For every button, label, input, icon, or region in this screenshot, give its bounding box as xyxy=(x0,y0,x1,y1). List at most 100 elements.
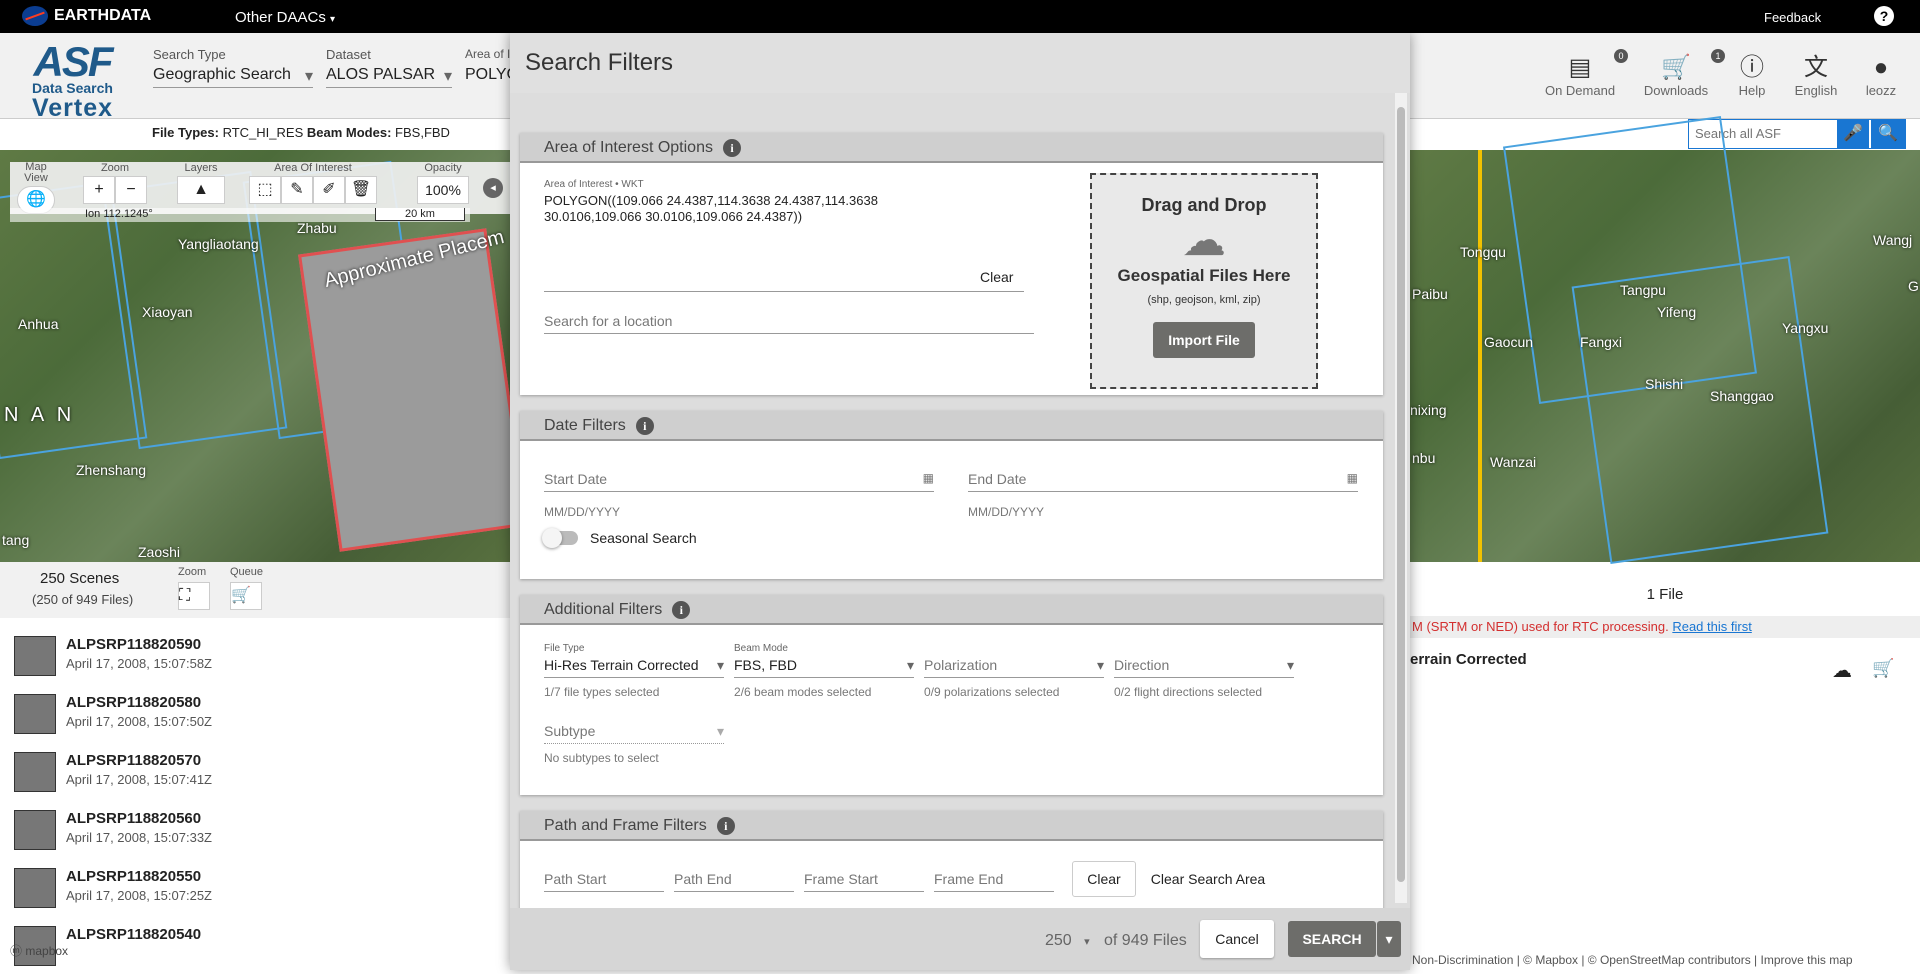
info-icon[interactable]: i xyxy=(672,601,691,619)
map-toolbar: Map View 🌐 Zoom + − Layers ▲ Area Of Interes… xyxy=(10,162,510,214)
path-end-input[interactable]: Path End xyxy=(674,871,794,892)
scene-name: ALPSRP118820540 xyxy=(66,926,202,943)
drag-drop-zone[interactable]: Drag and Drop ☁ Geospatial Files Here (s… xyxy=(1090,173,1318,389)
file-type-select[interactable]: Hi-Res Terrain Corrected ▾ xyxy=(544,657,724,678)
layers-group: Layers ▲ xyxy=(175,162,227,204)
map-place-label: nbu xyxy=(1412,450,1436,466)
list-item[interactable]: ALPSRP118820540 xyxy=(14,924,494,974)
direction-select[interactable]: Direction ▾ xyxy=(1114,657,1294,678)
path-frame-card: Path and Frame Filters i Path Start Path … xyxy=(520,811,1383,908)
file-type-label: File Type xyxy=(544,643,585,654)
clear-aoi-button[interactable]: Clear xyxy=(980,269,1013,285)
clear-search-area-button[interactable]: Clear Search Area xyxy=(1148,861,1268,897)
search-type-select[interactable]: Search Type Geographic Search xyxy=(153,47,313,88)
zoom-to-results-icon[interactable]: ⛶ xyxy=(178,582,210,610)
polarization-value: Polarization xyxy=(924,657,998,673)
scene-name: ALPSRP118820580 xyxy=(66,694,202,711)
earthdata-brand[interactable]: EARTHDATA xyxy=(22,6,151,26)
list-item[interactable]: ALPSRP118820560 April 17, 2008, 15:07:33Z xyxy=(14,808,494,858)
map-attribution: Non-Discrimination | © Mapbox | © OpenSt… xyxy=(1410,950,1920,970)
search-options-caret-icon[interactable]: ▾ xyxy=(1377,921,1401,957)
language-button[interactable]: 文 English xyxy=(1788,53,1844,98)
scene-date: April 17, 2008, 15:07:50Z xyxy=(66,714,212,729)
file-type-value: Hi-Res Terrain Corrected xyxy=(544,657,699,673)
list-item[interactable]: ALPSRP118820580 April 17, 2008, 15:07:50Z xyxy=(14,692,494,742)
delete-icon[interactable]: 🗑 xyxy=(345,176,377,204)
read-this-first-link[interactable]: Read this first xyxy=(1672,619,1751,634)
microphone-icon[interactable]: 🎤 xyxy=(1837,120,1869,148)
add-to-queue-icon[interactable]: 🛒 xyxy=(1872,658,1894,679)
beam-mode-select[interactable]: FBS, FBD ▾ xyxy=(734,657,914,678)
map-place-label: Shanggao xyxy=(1710,388,1774,404)
aoi-label: Area of I xyxy=(465,47,510,61)
map-place-label: tang xyxy=(2,532,30,548)
scene-date: April 17, 2008, 15:07:25Z xyxy=(66,888,212,903)
list-item[interactable]: ALPSRP118820570 April 17, 2008, 15:07:41Z xyxy=(14,750,494,800)
edit-polygon-icon[interactable]: ✐ xyxy=(313,176,345,204)
draw-box-icon[interactable]: ⬚ xyxy=(249,176,281,204)
help-icon[interactable]: ? xyxy=(1874,6,1894,26)
files-count-header: 1 File xyxy=(1646,586,1684,603)
toggle-knob xyxy=(542,528,562,548)
feedback-link[interactable]: Feedback xyxy=(1764,10,1821,25)
scene-date: April 17, 2008, 15:07:33Z xyxy=(66,830,212,845)
clear-path-button[interactable]: Clear xyxy=(1072,861,1136,897)
scrollbar-thumb[interactable] xyxy=(1397,107,1405,882)
start-date-hint: MM/DD/YYYY xyxy=(544,505,621,519)
subtype-select[interactable]: Subtype ▾ xyxy=(544,723,724,744)
frame-end-input[interactable]: Frame End xyxy=(934,871,1054,892)
path-start-input[interactable]: Path Start xyxy=(544,871,664,892)
zoom-out-icon[interactable]: − xyxy=(115,176,147,204)
cloud-upload-icon: ☁ xyxy=(1182,216,1226,265)
wkt-underline xyxy=(544,291,1024,292)
layers-icon[interactable]: ▲ xyxy=(177,176,225,204)
direction-value: Direction xyxy=(1114,657,1170,673)
zoom-in-icon[interactable]: + xyxy=(83,176,115,204)
wkt-textarea[interactable]: POLYGON((109.066 24.4387,114.3638 24.438… xyxy=(544,193,934,225)
other-daacs-dropdown[interactable]: Other DAACs ▾ xyxy=(235,9,335,26)
edit-pencil-icon[interactable]: ✎ xyxy=(281,176,313,204)
info-icon[interactable]: i xyxy=(722,139,741,157)
downloads-button[interactable]: 🛒 1 Downloads xyxy=(1633,49,1725,98)
list-item[interactable]: ALPSRP118820550 April 17, 2008, 15:07:25Z xyxy=(14,866,494,916)
account-label: leozz xyxy=(1865,83,1897,98)
search-button[interactable]: SEARCH xyxy=(1288,921,1376,957)
max-results-select[interactable]: 250 ▾ xyxy=(1045,932,1090,950)
map-place-label: Anhua xyxy=(18,316,59,332)
download-cloud-icon[interactable]: ☁ xyxy=(1832,658,1852,683)
add-all-to-queue-icon[interactable]: 🛒 xyxy=(230,582,262,610)
map-place-label: Yifeng xyxy=(1657,304,1697,320)
date-card-title: Date Filters xyxy=(544,417,626,434)
frame-start-input[interactable]: Frame Start xyxy=(804,871,924,892)
aoi-field[interactable]: Area of I POLYG xyxy=(465,47,510,84)
vertex-logo[interactable]: ASF Data Search Vertex xyxy=(20,41,125,122)
search-location-input[interactable]: Search for a location xyxy=(544,313,1034,334)
opacity-value[interactable]: 100% xyxy=(417,176,469,204)
calendar-icon[interactable]: ▦ xyxy=(923,471,934,485)
collapse-arrow-icon[interactable]: ◂ xyxy=(483,178,503,198)
cancel-button[interactable]: Cancel xyxy=(1200,920,1274,958)
import-file-button[interactable]: Import File xyxy=(1153,322,1255,358)
of-files-label: of 949 Files xyxy=(1104,932,1187,949)
calendar-icon[interactable]: ▦ xyxy=(1347,471,1358,485)
info-icon[interactable]: i xyxy=(716,817,735,835)
queue-label: Queue xyxy=(230,566,264,578)
drag-types: (shp, geojson, kml, zip) xyxy=(1147,294,1261,306)
dataset-value: ALOS PALSAR xyxy=(326,66,452,88)
map-right[interactable]: Tongqu Wangj Paibu Tangpu G Yifeng Yangx… xyxy=(1410,115,1920,564)
info-icon[interactable]: i xyxy=(635,417,654,435)
beam-mode-value: FBS, FBD xyxy=(734,657,798,673)
account-button[interactable]: ● leozz xyxy=(1858,53,1904,98)
dataset-select[interactable]: Dataset ALOS PALSAR xyxy=(326,47,452,88)
polarization-select[interactable]: Polarization ▾ xyxy=(924,657,1104,678)
max-results-value: 250 xyxy=(1045,932,1072,949)
seasonal-toggle[interactable] xyxy=(542,528,578,548)
list-item[interactable]: ALPSRP118820590 April 17, 2008, 15:07:58Z xyxy=(14,634,494,684)
on-demand-button[interactable]: ▤ 0 On Demand xyxy=(1538,49,1628,98)
help-button[interactable]: ⓘ Help xyxy=(1732,53,1772,98)
beam-mode-hint: 2/6 beam modes selected xyxy=(734,685,872,699)
dialog-scrollbar[interactable] xyxy=(1395,93,1407,903)
end-date-input[interactable]: End Date ▦ xyxy=(968,471,1358,492)
search-icon[interactable]: 🔍 xyxy=(1871,120,1905,148)
start-date-input[interactable]: Start Date ▦ xyxy=(544,471,934,492)
